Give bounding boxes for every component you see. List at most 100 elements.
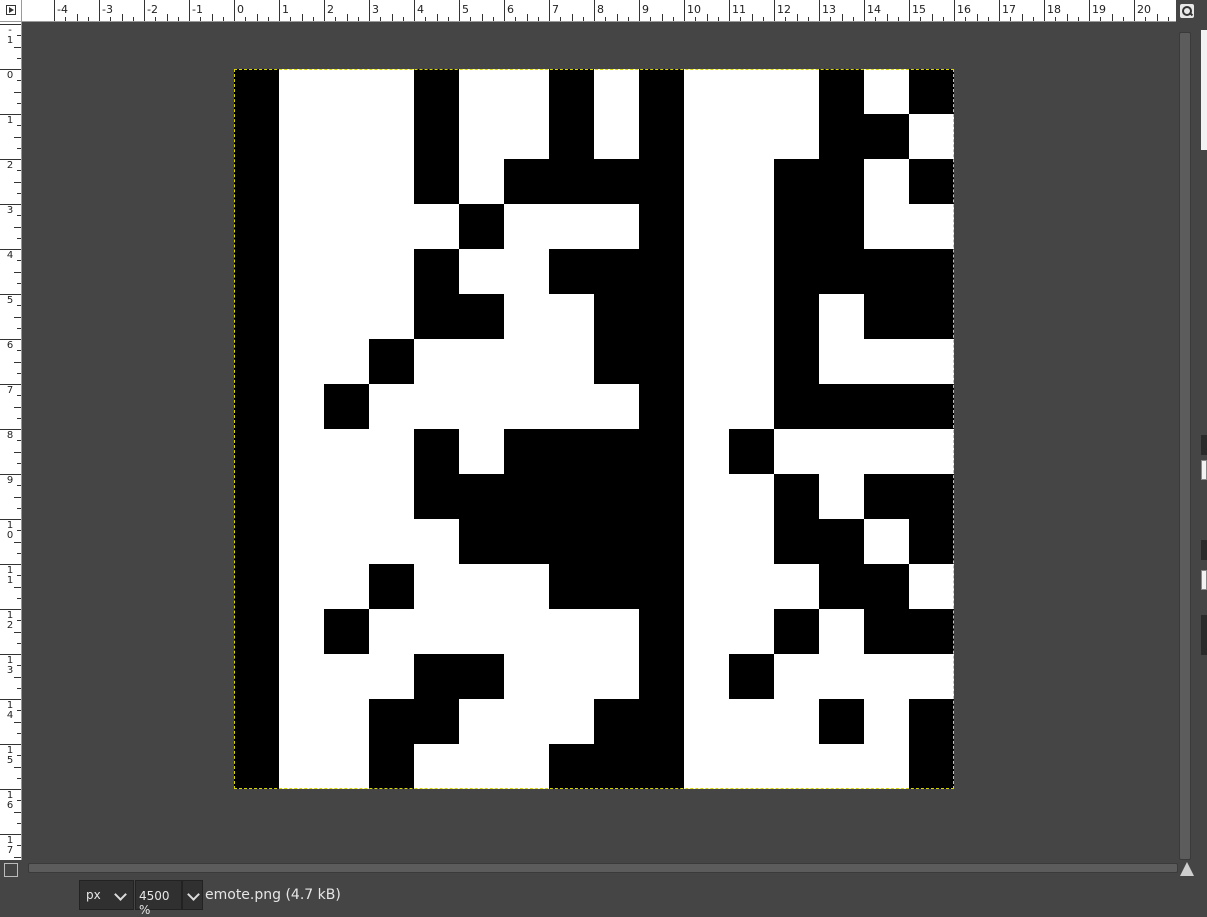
ruler-minor-tick [17, 57, 21, 59]
image-pixel [639, 249, 684, 294]
ruler-minor-tick [17, 395, 21, 397]
image-pixel [594, 339, 639, 384]
pointer-menu-icon[interactable] [4, 863, 18, 877]
chevron-down-icon [187, 888, 200, 901]
ruler-minor-tick [17, 620, 21, 622]
image-pixel [774, 249, 819, 294]
image-pixel [909, 294, 954, 339]
zoom-input[interactable]: 4500 % [135, 880, 182, 917]
ruler-label: 6 [6, 340, 14, 351]
unit-select[interactable]: px [79, 880, 134, 910]
ruler-minor-tick [17, 642, 21, 644]
image-pixel [414, 249, 459, 294]
ruler-major-tick [774, 0, 775, 21]
image-pixel [639, 519, 684, 564]
ruler-minor-tick [17, 755, 21, 757]
image-pixel [459, 204, 504, 249]
ruler-corner-toggle[interactable] [0, 0, 22, 22]
image-pixel [549, 249, 594, 294]
ruler-minor-tick [897, 17, 899, 21]
ruler-minor-tick [17, 845, 21, 847]
image-pixel [234, 114, 279, 159]
horizontal-scrollbar-thumb[interactable] [28, 863, 1178, 873]
vertical-scrollbar[interactable] [1176, 22, 1194, 860]
image-pixel [864, 294, 909, 339]
navigate-icon[interactable] [1180, 862, 1194, 876]
ruler-minor-tick [526, 14, 528, 21]
image-pixel [639, 474, 684, 519]
ruler-label: 11 [6, 565, 14, 586]
ruler-minor-tick [14, 676, 21, 678]
ruler-label: 13 [6, 655, 14, 676]
vertical-scrollbar-thumb[interactable] [1179, 32, 1191, 860]
ruler-minor-tick [14, 226, 21, 228]
ruler-minor-tick [650, 17, 652, 21]
ruler-major-tick [324, 0, 325, 21]
ruler-major-tick [819, 0, 820, 21]
ruler-minor-tick [762, 17, 764, 21]
ruler-minor-tick [335, 17, 337, 21]
ruler-minor-tick [1167, 17, 1169, 21]
ruler-label: 9 [6, 475, 14, 486]
ruler-minor-tick [807, 17, 809, 21]
horizontal-ruler[interactable]: -4 -3 -2 -1 0 1 2 3 4 5 6 7 8 9 10 11 12 13 14 15 16 17 18 19 20 [22, 0, 1176, 22]
image-pixel [864, 384, 909, 429]
image-pixel [729, 429, 774, 474]
ruler-label: 1 [6, 115, 14, 126]
zoom-image-icon [1180, 4, 1194, 18]
image-pixel [774, 609, 819, 654]
ruler-label: 4 [417, 3, 424, 16]
image-pixel [819, 69, 864, 114]
ruler-minor-tick [17, 575, 21, 577]
ruler-minor-tick [155, 17, 157, 21]
image-pixel [819, 699, 864, 744]
ruler-minor-tick [17, 552, 21, 554]
image-canvas[interactable] [234, 69, 954, 789]
ruler-minor-tick [17, 665, 21, 667]
ruler-minor-tick [17, 507, 21, 509]
ruler-label: 0 [237, 3, 244, 16]
ruler-label: 4 [6, 250, 14, 261]
ruler-minor-tick [14, 631, 21, 633]
ruler-minor-tick [886, 14, 888, 21]
ruler-label: 17 [1002, 3, 1016, 16]
ruler-minor-tick [132, 17, 134, 21]
ruler-major-tick [99, 0, 100, 21]
horizontal-scrollbar[interactable] [22, 860, 1178, 878]
ruler-minor-tick [17, 417, 21, 419]
image-pixel [324, 609, 369, 654]
ruler-label: -1 [192, 3, 203, 16]
image-pixel [234, 699, 279, 744]
ruler-minor-tick [87, 17, 89, 21]
ruler-label: 3 [372, 3, 379, 16]
ruler-minor-tick [436, 14, 438, 21]
image-pixel [594, 699, 639, 744]
ruler-minor-tick [14, 541, 21, 543]
ruler-minor-tick [17, 485, 21, 487]
image-pixel [234, 474, 279, 519]
image-pixel [864, 114, 909, 159]
unit-value: px [86, 888, 101, 902]
vertical-ruler[interactable]: -1 0 1 2 3 4 5 6 7 8 9 10 11 12 13 14 15 16 17 [0, 22, 22, 860]
image-pixel [639, 744, 684, 789]
ruler-minor-tick [166, 14, 168, 21]
ruler-minor-tick [17, 440, 21, 442]
image-pixel [459, 519, 504, 564]
ruler-label: 6 [507, 3, 514, 16]
ruler-minor-tick [931, 14, 933, 21]
ruler-minor-tick [14, 721, 21, 723]
ruler-minor-tick [942, 17, 944, 21]
ruler-minor-tick [976, 14, 978, 21]
image-pixel [414, 114, 459, 159]
zoom-dropdown[interactable] [182, 880, 203, 910]
ruler-minor-tick [14, 361, 21, 363]
image-pixel [774, 339, 819, 384]
image-pixel [819, 564, 864, 609]
dock-widget [1201, 460, 1207, 480]
ruler-label: 18 [1047, 3, 1061, 16]
image-pixel [234, 654, 279, 699]
ruler-label: 9 [642, 3, 649, 16]
ruler-minor-tick [17, 305, 21, 307]
ruler-minor-tick [14, 811, 21, 813]
image-pixel [864, 474, 909, 519]
